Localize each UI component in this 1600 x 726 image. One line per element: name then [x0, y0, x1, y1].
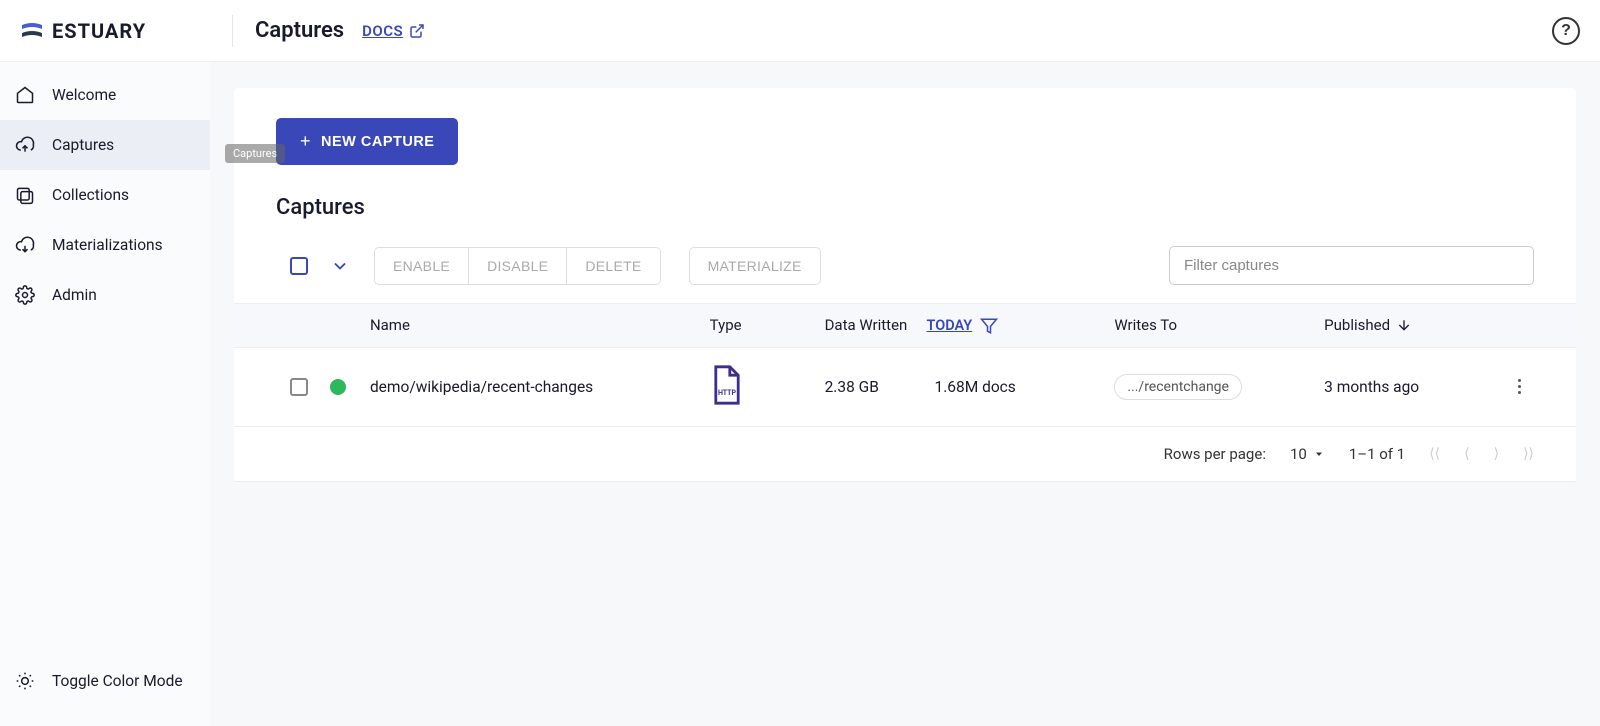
capture-name[interactable]: demo/wikipedia/recent-changes	[370, 378, 710, 396]
bulk-action-group: ENABLE DISABLE DELETE	[374, 247, 661, 285]
row-menu-button[interactable]	[1504, 379, 1534, 394]
sidebar-item-label: Admin	[52, 286, 97, 304]
brand-name: ESTUARY	[52, 19, 146, 43]
materialize-button[interactable]: MATERIALIZE	[689, 247, 821, 285]
rows-per-page-select[interactable]: 10	[1290, 445, 1325, 463]
chevron-down-icon[interactable]	[330, 256, 350, 276]
docs-label: DOCS	[362, 22, 403, 40]
page-title: Captures	[255, 18, 344, 43]
first-page-button[interactable]: ⟨⟨	[1429, 446, 1440, 462]
database-icon	[14, 184, 36, 206]
rows-value: 10	[1290, 445, 1307, 463]
pagination: Rows per page: 10 1–1 of 1 ⟨⟨ ⟨ ⟩ ⟩⟩	[234, 427, 1576, 482]
svg-text:HTTP: HTTP	[718, 388, 737, 396]
select-all-checkbox[interactable]	[290, 257, 308, 275]
status-indicator-icon	[330, 379, 346, 395]
app-header: ESTUARY Captures DOCS ?	[0, 0, 1600, 62]
header-divider	[232, 15, 233, 47]
sidebar-item-collections[interactable]: Collections	[0, 170, 210, 220]
sidebar-item-label: Materializations	[52, 236, 163, 254]
col-type[interactable]: Type	[710, 316, 825, 334]
docs-link[interactable]: DOCS	[362, 22, 425, 40]
sidebar: Welcome Captures Captures Collections Ma…	[0, 62, 210, 726]
toggle-theme-label: Toggle Color Mode	[52, 672, 183, 690]
brand-logo[interactable]: ESTUARY	[20, 19, 210, 43]
published-label: Published	[1324, 316, 1390, 334]
filter-icon	[980, 317, 998, 335]
logo-mark-icon	[20, 19, 44, 43]
page-nav: ⟨⟨ ⟨ ⟩ ⟩⟩	[1429, 446, 1534, 462]
docs-value: 1.68M docs	[934, 378, 1114, 396]
delete-button[interactable]: DELETE	[567, 248, 659, 284]
caret-down-icon	[1313, 448, 1325, 460]
gear-icon	[14, 284, 36, 306]
main-content: + NEW CAPTURE Captures ENABLE DISABLE DE…	[210, 62, 1600, 726]
data-written-value: 2.38 GB	[825, 378, 935, 396]
rows-per-page-label: Rows per page:	[1164, 445, 1266, 463]
sidebar-item-captures[interactable]: Captures	[0, 120, 210, 170]
sidebar-item-materializations[interactable]: Materializations	[0, 220, 210, 270]
col-data-written[interactable]: Data Written	[825, 316, 935, 334]
new-capture-label: NEW CAPTURE	[321, 134, 434, 150]
last-page-button[interactable]: ⟩⟩	[1523, 446, 1534, 462]
home-icon	[14, 84, 36, 106]
disable-button[interactable]: DISABLE	[469, 248, 567, 284]
row-checkbox[interactable]	[290, 378, 308, 396]
sun-icon	[14, 670, 36, 692]
sidebar-item-label: Collections	[52, 186, 129, 204]
plus-icon: +	[300, 131, 311, 152]
published-value: 3 months ago	[1324, 378, 1504, 396]
help-button[interactable]: ?	[1552, 17, 1580, 45]
external-link-icon	[409, 23, 425, 39]
new-capture-button[interactable]: + NEW CAPTURE	[276, 118, 458, 165]
table-header: Name Type Data Written TODAY Writes To P…	[234, 303, 1576, 348]
col-writes-to[interactable]: Writes To	[1114, 316, 1324, 334]
filter-input[interactable]	[1169, 246, 1534, 285]
today-filter-link[interactable]: TODAY	[926, 317, 998, 335]
today-label: TODAY	[926, 317, 972, 334]
toolbar: ENABLE DISABLE DELETE MATERIALIZE	[234, 220, 1576, 303]
http-file-icon: HTTP	[710, 364, 744, 406]
sidebar-item-admin[interactable]: Admin	[0, 270, 210, 320]
sidebar-item-label: Welcome	[52, 86, 116, 104]
sidebar-item-label: Captures	[52, 136, 114, 154]
arrow-down-icon	[1396, 317, 1412, 333]
section-title: Captures	[276, 195, 1576, 220]
next-page-button[interactable]: ⟩	[1494, 446, 1499, 462]
upload-cloud-icon	[14, 134, 36, 156]
captures-table: Name Type Data Written TODAY Writes To P…	[234, 303, 1576, 482]
download-cloud-icon	[14, 234, 36, 256]
enable-button[interactable]: ENABLE	[375, 248, 469, 284]
sidebar-tooltip: Captures	[225, 144, 285, 163]
toggle-theme-button[interactable]: Toggle Color Mode	[0, 656, 210, 706]
table-row: demo/wikipedia/recent-changes HTTP 2.38 …	[234, 348, 1576, 427]
writes-to-badge[interactable]: .../recentchange	[1114, 374, 1242, 400]
prev-page-button[interactable]: ⟨	[1464, 446, 1469, 462]
page-range: 1–1 of 1	[1349, 445, 1405, 463]
content-card: + NEW CAPTURE Captures ENABLE DISABLE DE…	[234, 88, 1576, 482]
col-published[interactable]: Published	[1324, 316, 1504, 334]
col-name[interactable]: Name	[370, 316, 710, 334]
sidebar-item-welcome[interactable]: Welcome	[0, 70, 210, 120]
